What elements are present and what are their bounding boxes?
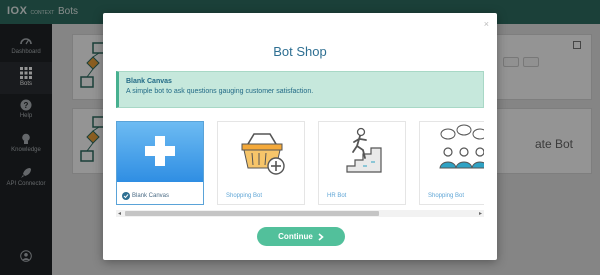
card-image: [319, 122, 405, 182]
scroll-right-arrow-icon[interactable]: ▸: [479, 210, 482, 217]
card-label: Shopping Bot: [428, 193, 465, 199]
shopping-basket-icon: [241, 133, 285, 175]
bot-template-carousel: Blank Canvas Shopping Bot HR Bot Shoppin…: [116, 121, 484, 217]
bot-description-box: Blank Canvas A simple bot to ask questio…: [116, 71, 484, 108]
climbing-stairs-icon: [346, 127, 382, 173]
carousel-scrollbar[interactable]: ◂ ▸: [116, 210, 484, 217]
bot-shop-modal: × Bot Shop Blank Canvas A simple bot to …: [103, 13, 497, 260]
scroll-left-arrow-icon[interactable]: ◂: [118, 210, 121, 217]
template-card-shopping-bot-2[interactable]: Shopping Bot: [419, 121, 484, 205]
bot-description-title: Blank Canvas: [126, 78, 172, 85]
template-card-blank-canvas[interactable]: Blank Canvas: [116, 121, 204, 205]
card-image: [117, 122, 203, 182]
continue-button[interactable]: Continue: [257, 227, 345, 246]
chevron-right-icon: [318, 232, 324, 241]
check-circle-icon: [122, 192, 130, 200]
close-icon[interactable]: ×: [484, 19, 489, 29]
modal-title: Bot Shop: [273, 44, 327, 59]
card-label: HR Bot: [327, 193, 347, 199]
bot-description-text: A simple bot to ask questions gauging cu…: [126, 88, 314, 95]
plus-icon: [145, 136, 175, 166]
continue-button-label: Continue: [278, 232, 313, 241]
card-image: [218, 122, 304, 182]
template-card-hr-bot[interactable]: HR Bot: [318, 121, 406, 205]
card-image: [420, 122, 484, 182]
card-label: Blank Canvas: [132, 193, 170, 199]
people-chat-icon: [439, 124, 484, 169]
template-card-shopping-bot[interactable]: Shopping Bot: [217, 121, 305, 205]
card-label: Shopping Bot: [226, 193, 263, 199]
scrollbar-thumb[interactable]: [125, 211, 379, 216]
